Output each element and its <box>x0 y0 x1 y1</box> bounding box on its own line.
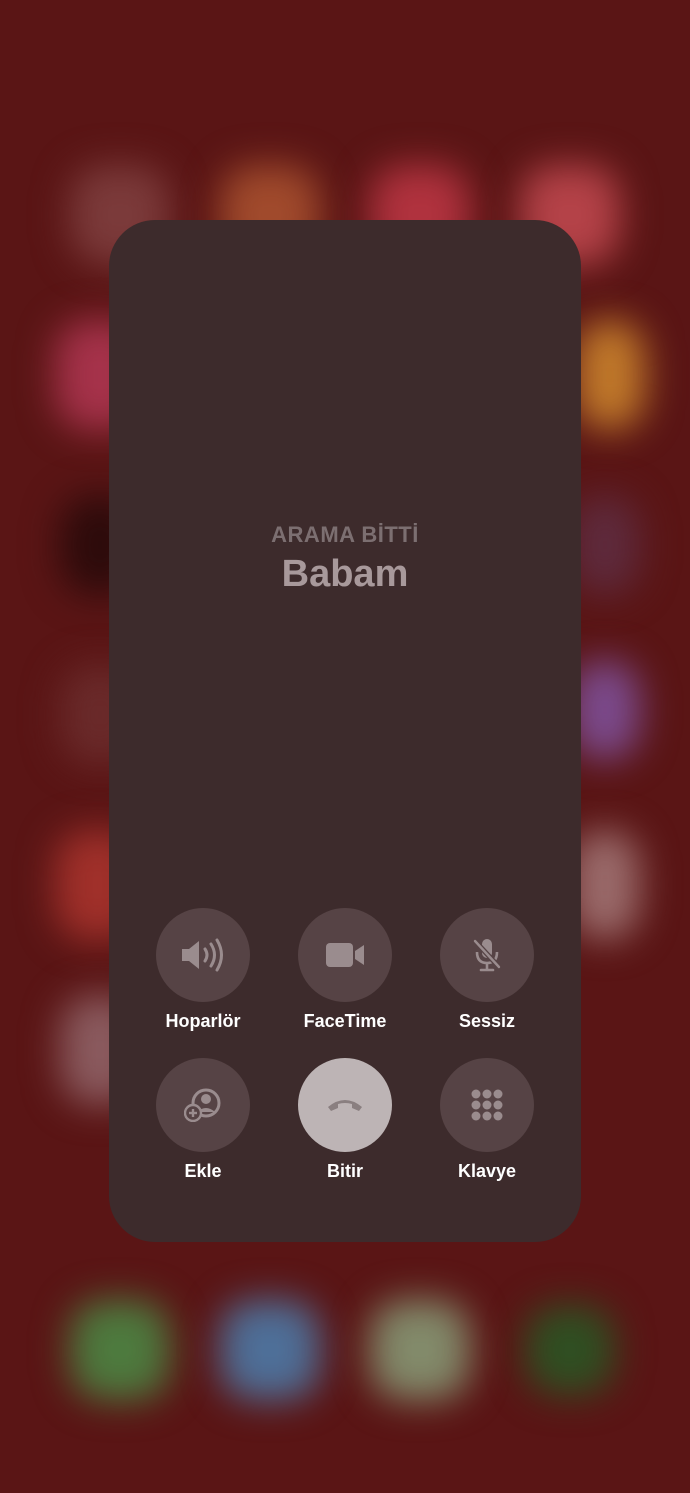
dock-app-icon-blurred <box>220 1300 320 1400</box>
end-call-button[interactable] <box>298 1058 392 1152</box>
mute-button[interactable] <box>440 908 534 1002</box>
call-card: ARAMA BİTTİ Babam Hoparlör FaceTime Sess… <box>109 220 581 1242</box>
speaker-label: Hoparlör <box>165 1011 241 1031</box>
dock-app-icon-blurred <box>370 1300 470 1400</box>
end-call-label: Bitir <box>327 1161 363 1181</box>
mute-control: Sessiz <box>427 908 547 1032</box>
keypad-control: Klavye <box>427 1058 547 1182</box>
add-call-label: Ekle <box>184 1161 222 1181</box>
facetime-label: FaceTime <box>303 1011 387 1031</box>
keypad-label: Klavye <box>457 1161 517 1181</box>
speaker-control: Hoparlör <box>143 908 263 1032</box>
speaker-button[interactable] <box>156 908 250 1002</box>
mute-label: Sessiz <box>458 1011 516 1031</box>
add-call-control: Ekle <box>143 1058 263 1182</box>
dock-app-icon-blurred <box>525 1305 615 1395</box>
facetime-control: FaceTime <box>285 908 405 1032</box>
add-call-button[interactable] <box>156 1058 250 1152</box>
caller-name: Babam <box>281 553 409 595</box>
add-call-icon <box>184 1088 222 1122</box>
video-camera-icon <box>325 942 365 968</box>
app-icon-blurred <box>575 320 645 430</box>
end-call-control: Bitir <box>285 1058 405 1182</box>
call-status: ARAMA BİTTİ <box>271 522 419 547</box>
keypad-button[interactable] <box>440 1058 534 1152</box>
keypad-icon <box>470 1088 504 1122</box>
facetime-button[interactable] <box>298 908 392 1002</box>
microphone-muted-icon <box>472 937 502 973</box>
end-call-icon <box>326 1097 364 1113</box>
dock-app-icon-blurred <box>70 1300 170 1400</box>
speaker-icon <box>180 938 226 972</box>
